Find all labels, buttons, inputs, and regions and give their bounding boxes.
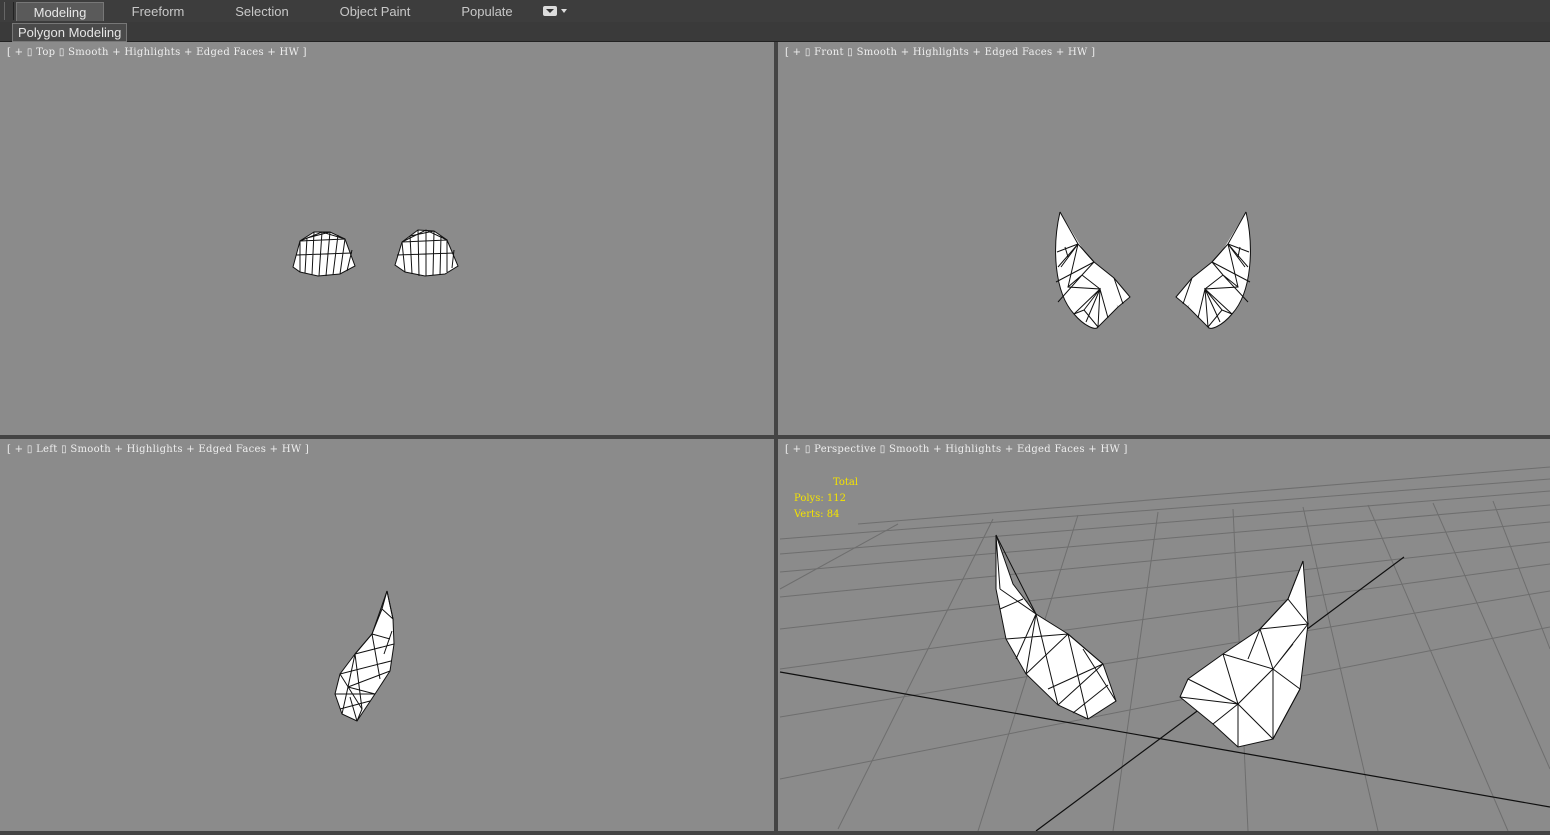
viewport-label-top[interactable]: [ + ▯ Top ▯ Smooth + Highlights + Edged … xyxy=(7,47,307,58)
tab-populate[interactable]: Populate xyxy=(450,2,524,21)
perspective-grid xyxy=(779,466,1550,831)
ribbon-panel: Polygon Modeling xyxy=(0,22,1550,42)
horn-mesh-perspective-left xyxy=(995,534,1117,720)
viewport-label-perspective[interactable]: [ + ▯ Perspective ▯ Smooth + Highlights … xyxy=(785,444,1128,455)
horn-mesh-top-left xyxy=(292,231,356,277)
chevron-down-icon xyxy=(561,9,567,13)
scene-statistics: Total Polys: 112 Verts: 84 xyxy=(794,475,858,523)
viewport-front[interactable]: [ + ▯ Front ▯ Smooth + Highlights + Edge… xyxy=(778,42,1550,435)
ribbon-tab-bar: Modeling Freeform Selection Object Paint… xyxy=(0,0,1550,23)
stats-verts: Verts: 84 xyxy=(794,509,840,520)
polygon-modeling-panel-button[interactable]: Polygon Modeling xyxy=(12,23,128,42)
viewport-label-front[interactable]: [ + ▯ Front ▯ Smooth + Highlights + Edge… xyxy=(785,47,1095,58)
horn-mesh-front-left xyxy=(1055,211,1131,329)
left-view-scene xyxy=(334,590,395,722)
stats-polys: Polys: 112 xyxy=(794,493,846,504)
horn-mesh-top-right xyxy=(394,229,459,277)
ribbon-options-dropdown[interactable] xyxy=(543,6,569,17)
tab-selection[interactable]: Selection xyxy=(222,2,302,21)
horn-mesh-perspective-right xyxy=(1179,560,1310,748)
ribbon-grip-handle[interactable] xyxy=(4,2,14,20)
tab-modeling[interactable]: Modeling xyxy=(16,2,104,21)
front-view-scene xyxy=(1055,211,1251,329)
viewport-label-left[interactable]: [ + ▯ Left ▯ Smooth + Highlights + Edged… xyxy=(7,444,309,455)
viewport-perspective[interactable]: [ + ▯ Perspective ▯ Smooth + Highlights … xyxy=(778,439,1550,831)
horn-mesh-front-right xyxy=(1175,211,1251,329)
perspective-world-axes xyxy=(779,556,1550,831)
horn-mesh-left-side xyxy=(334,590,395,722)
stats-total-label: Total xyxy=(833,477,859,488)
tab-object-paint[interactable]: Object Paint xyxy=(330,2,420,21)
top-view-scene xyxy=(292,229,459,277)
viewport-top[interactable]: [ + ▯ Top ▯ Smooth + Highlights + Edged … xyxy=(0,42,774,435)
perspective-view-scene xyxy=(779,466,1550,831)
tab-freeform[interactable]: Freeform xyxy=(118,2,198,21)
dropdown-arrow-icon xyxy=(543,6,557,16)
viewport-left[interactable]: [ + ▯ Left ▯ Smooth + Highlights + Edged… xyxy=(0,439,774,831)
